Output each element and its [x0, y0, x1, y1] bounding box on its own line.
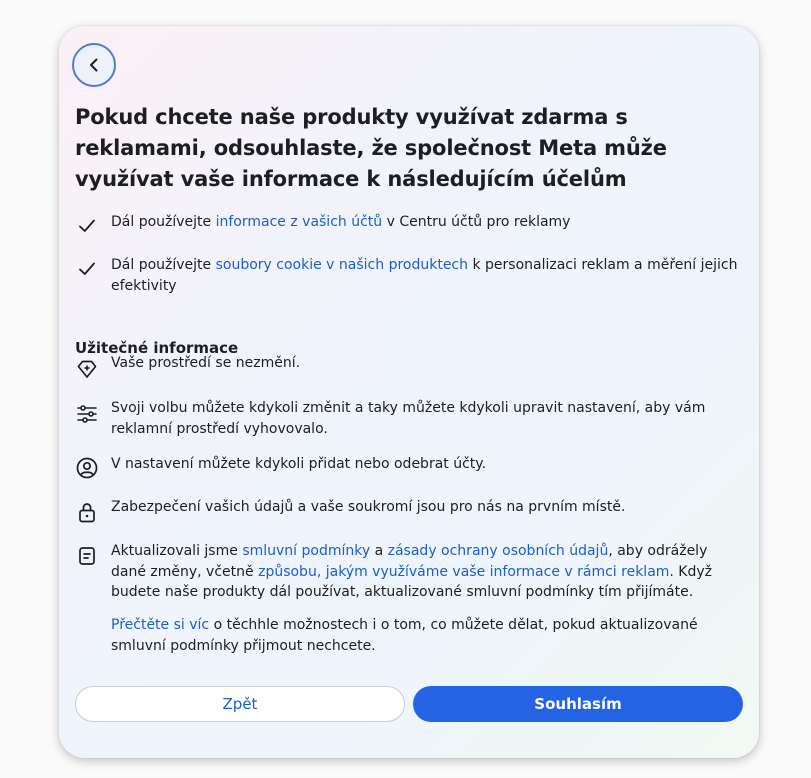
back-button[interactable]: Zpět	[75, 686, 405, 722]
consent-dialog: Pokud chcete naše produkty využívat zdar…	[59, 26, 759, 758]
info-text: Zabezpečení vašich údajů a vaše soukromí…	[111, 499, 626, 515]
info-text: Vaše prostředí se nezmění.	[111, 355, 301, 371]
ads-info-usage-link[interactable]: způsobu, jakým využíváme vaše informace …	[258, 564, 669, 580]
read-more-link[interactable]: Přečtěte si víc	[111, 617, 209, 633]
terms-text: Aktualizovali jsme smluvní podmínky a zá…	[111, 543, 713, 600]
info-text: V nastavení můžete kdykoli přidat nebo o…	[111, 456, 487, 472]
diamond-sparkle-icon	[75, 357, 99, 381]
user-circle-icon	[75, 456, 99, 480]
terms-link[interactable]: smluvní podmínky	[242, 543, 370, 559]
privacy-policy-link[interactable]: zásady ochrany osobních údajů	[388, 543, 609, 559]
read-more-text: Přečtěte si víc o těchhle možnostech i o…	[111, 617, 698, 654]
back-arrow-button[interactable]	[72, 43, 116, 87]
info-text: Svoji volbu můžete kdykoli změnit a taky…	[111, 400, 706, 437]
purpose-text: Dál používejte soubory cookie v našich p…	[111, 257, 738, 294]
cookies-link[interactable]: soubory cookie v našich produktech	[216, 257, 468, 273]
agree-button[interactable]: Souhlasím	[413, 686, 743, 722]
chevron-left-icon	[86, 57, 102, 73]
sliders-icon	[75, 402, 99, 426]
lock-icon	[75, 500, 99, 524]
checkmark-icon	[75, 257, 99, 281]
checkmark-icon	[75, 214, 99, 238]
document-icon	[75, 544, 99, 568]
dialog-title: Pokud chcete naše produkty využívat zdar…	[75, 105, 667, 191]
accounts-info-link[interactable]: informace z vašich účtů	[216, 214, 383, 230]
purpose-text: Dál používejte informace z vašich účtů v…	[111, 214, 571, 230]
